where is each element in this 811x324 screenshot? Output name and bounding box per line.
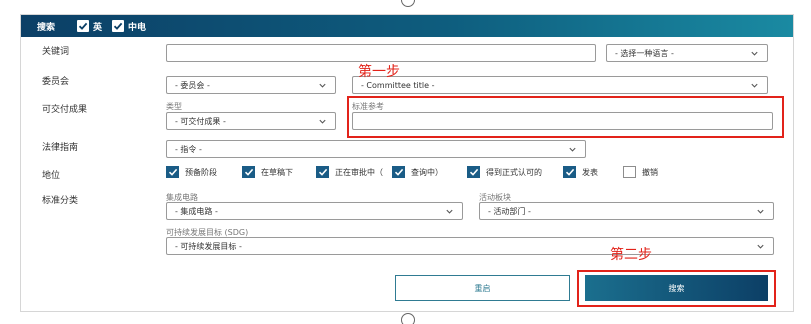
ic-select[interactable]: - 集成电路 -: [166, 202, 463, 220]
chevron-down-icon: [319, 83, 326, 88]
empty-checkbox-icon: [623, 166, 636, 178]
status-label: 地位: [42, 171, 61, 181]
chevron-down-icon: [757, 209, 764, 214]
status-option-label: 查询中）: [411, 167, 443, 177]
check-icon: [112, 20, 125, 32]
committee-title-select-value: - Committee title -: [361, 80, 435, 90]
step-one-annotation: 第一步: [358, 64, 400, 80]
status-option-label: 得到正式认可的: [486, 167, 542, 177]
bottom-connector-circle: [401, 313, 415, 324]
activity-area-select-value: - 活动部门 -: [488, 206, 531, 216]
chevron-down-icon: [757, 244, 764, 249]
chinese-checkbox-label: 中电: [128, 22, 147, 33]
activity-area-select[interactable]: - 活动部门 -: [479, 202, 774, 220]
language-select[interactable]: - 选择一种语言 -: [606, 44, 768, 62]
check-icon: [242, 166, 255, 178]
ic-select-value: - 集成电路 -: [175, 206, 218, 216]
top-connector-circle: [401, 0, 415, 7]
step-one-highlight: [347, 96, 784, 138]
check-icon: [166, 166, 179, 178]
reset-button[interactable]: 重启: [395, 275, 570, 301]
status-option-label: 撤销: [642, 167, 658, 177]
english-checkbox[interactable]: 英: [77, 20, 102, 33]
committee-select-value: - 委员会 -: [175, 80, 210, 90]
status-checkbox-withdrawn[interactable]: 撤销: [623, 166, 658, 178]
status-checkbox-published[interactable]: 发表: [563, 166, 598, 178]
status-checkbox-enquiry[interactable]: 查询中）: [392, 166, 443, 178]
keyword-label: 关键词: [42, 47, 70, 57]
chevron-down-icon: [569, 147, 576, 152]
directive-select[interactable]: - 指令 -: [166, 140, 586, 158]
keyword-input[interactable]: [166, 44, 596, 62]
chinese-checkbox[interactable]: 中电: [112, 20, 146, 33]
committee-label: 委员会: [42, 77, 70, 87]
check-icon: [392, 166, 405, 178]
directive-select-value: - 指令 -: [175, 144, 202, 154]
status-checkbox-approval[interactable]: 正在审批中（: [316, 166, 383, 178]
chevron-down-icon: [446, 209, 453, 214]
chevron-down-icon: [751, 51, 758, 56]
deliverable-type-select[interactable]: - 可交付成果 -: [166, 112, 336, 130]
sdg-select-value: - 可持续发展目标 -: [175, 241, 242, 251]
deliverable-type-select-value: - 可交付成果 -: [175, 116, 226, 126]
status-checkbox-preliminary[interactable]: 预备阶段: [166, 166, 217, 178]
committee-select[interactable]: - 委员会 -: [166, 76, 336, 94]
status-checkbox-approved[interactable]: 得到正式认可的: [467, 166, 542, 178]
committee-title-select[interactable]: - Committee title -: [352, 76, 768, 94]
status-option-label: 发表: [582, 167, 598, 177]
check-icon: [316, 166, 329, 178]
language-select-value: - 选择一种语言 -: [615, 48, 674, 58]
legal-guide-label: 法律指南: [42, 143, 79, 153]
chevron-down-icon: [751, 83, 758, 88]
classification-label: 标准分类: [42, 196, 79, 206]
step-two-highlight: [577, 270, 776, 307]
search-header: 搜索 英 中电: [21, 15, 793, 37]
check-icon: [467, 166, 480, 178]
status-option-label: 预备阶段: [185, 167, 217, 177]
step-two-annotation: 第二步: [610, 247, 652, 263]
chevron-down-icon: [319, 119, 326, 124]
header-title: 搜索: [37, 22, 56, 33]
english-checkbox-label: 英: [93, 22, 103, 33]
status-option-label: 在草稿下: [261, 167, 293, 177]
status-option-label: 正在审批中（: [335, 167, 383, 177]
sdg-select[interactable]: - 可持续发展目标 -: [166, 237, 774, 255]
deliverables-label: 可交付成果: [42, 105, 88, 115]
check-icon: [563, 166, 576, 178]
check-icon: [77, 20, 90, 32]
status-checkbox-draft[interactable]: 在草稿下: [242, 166, 293, 178]
type-sublabel: 类型: [166, 102, 182, 111]
